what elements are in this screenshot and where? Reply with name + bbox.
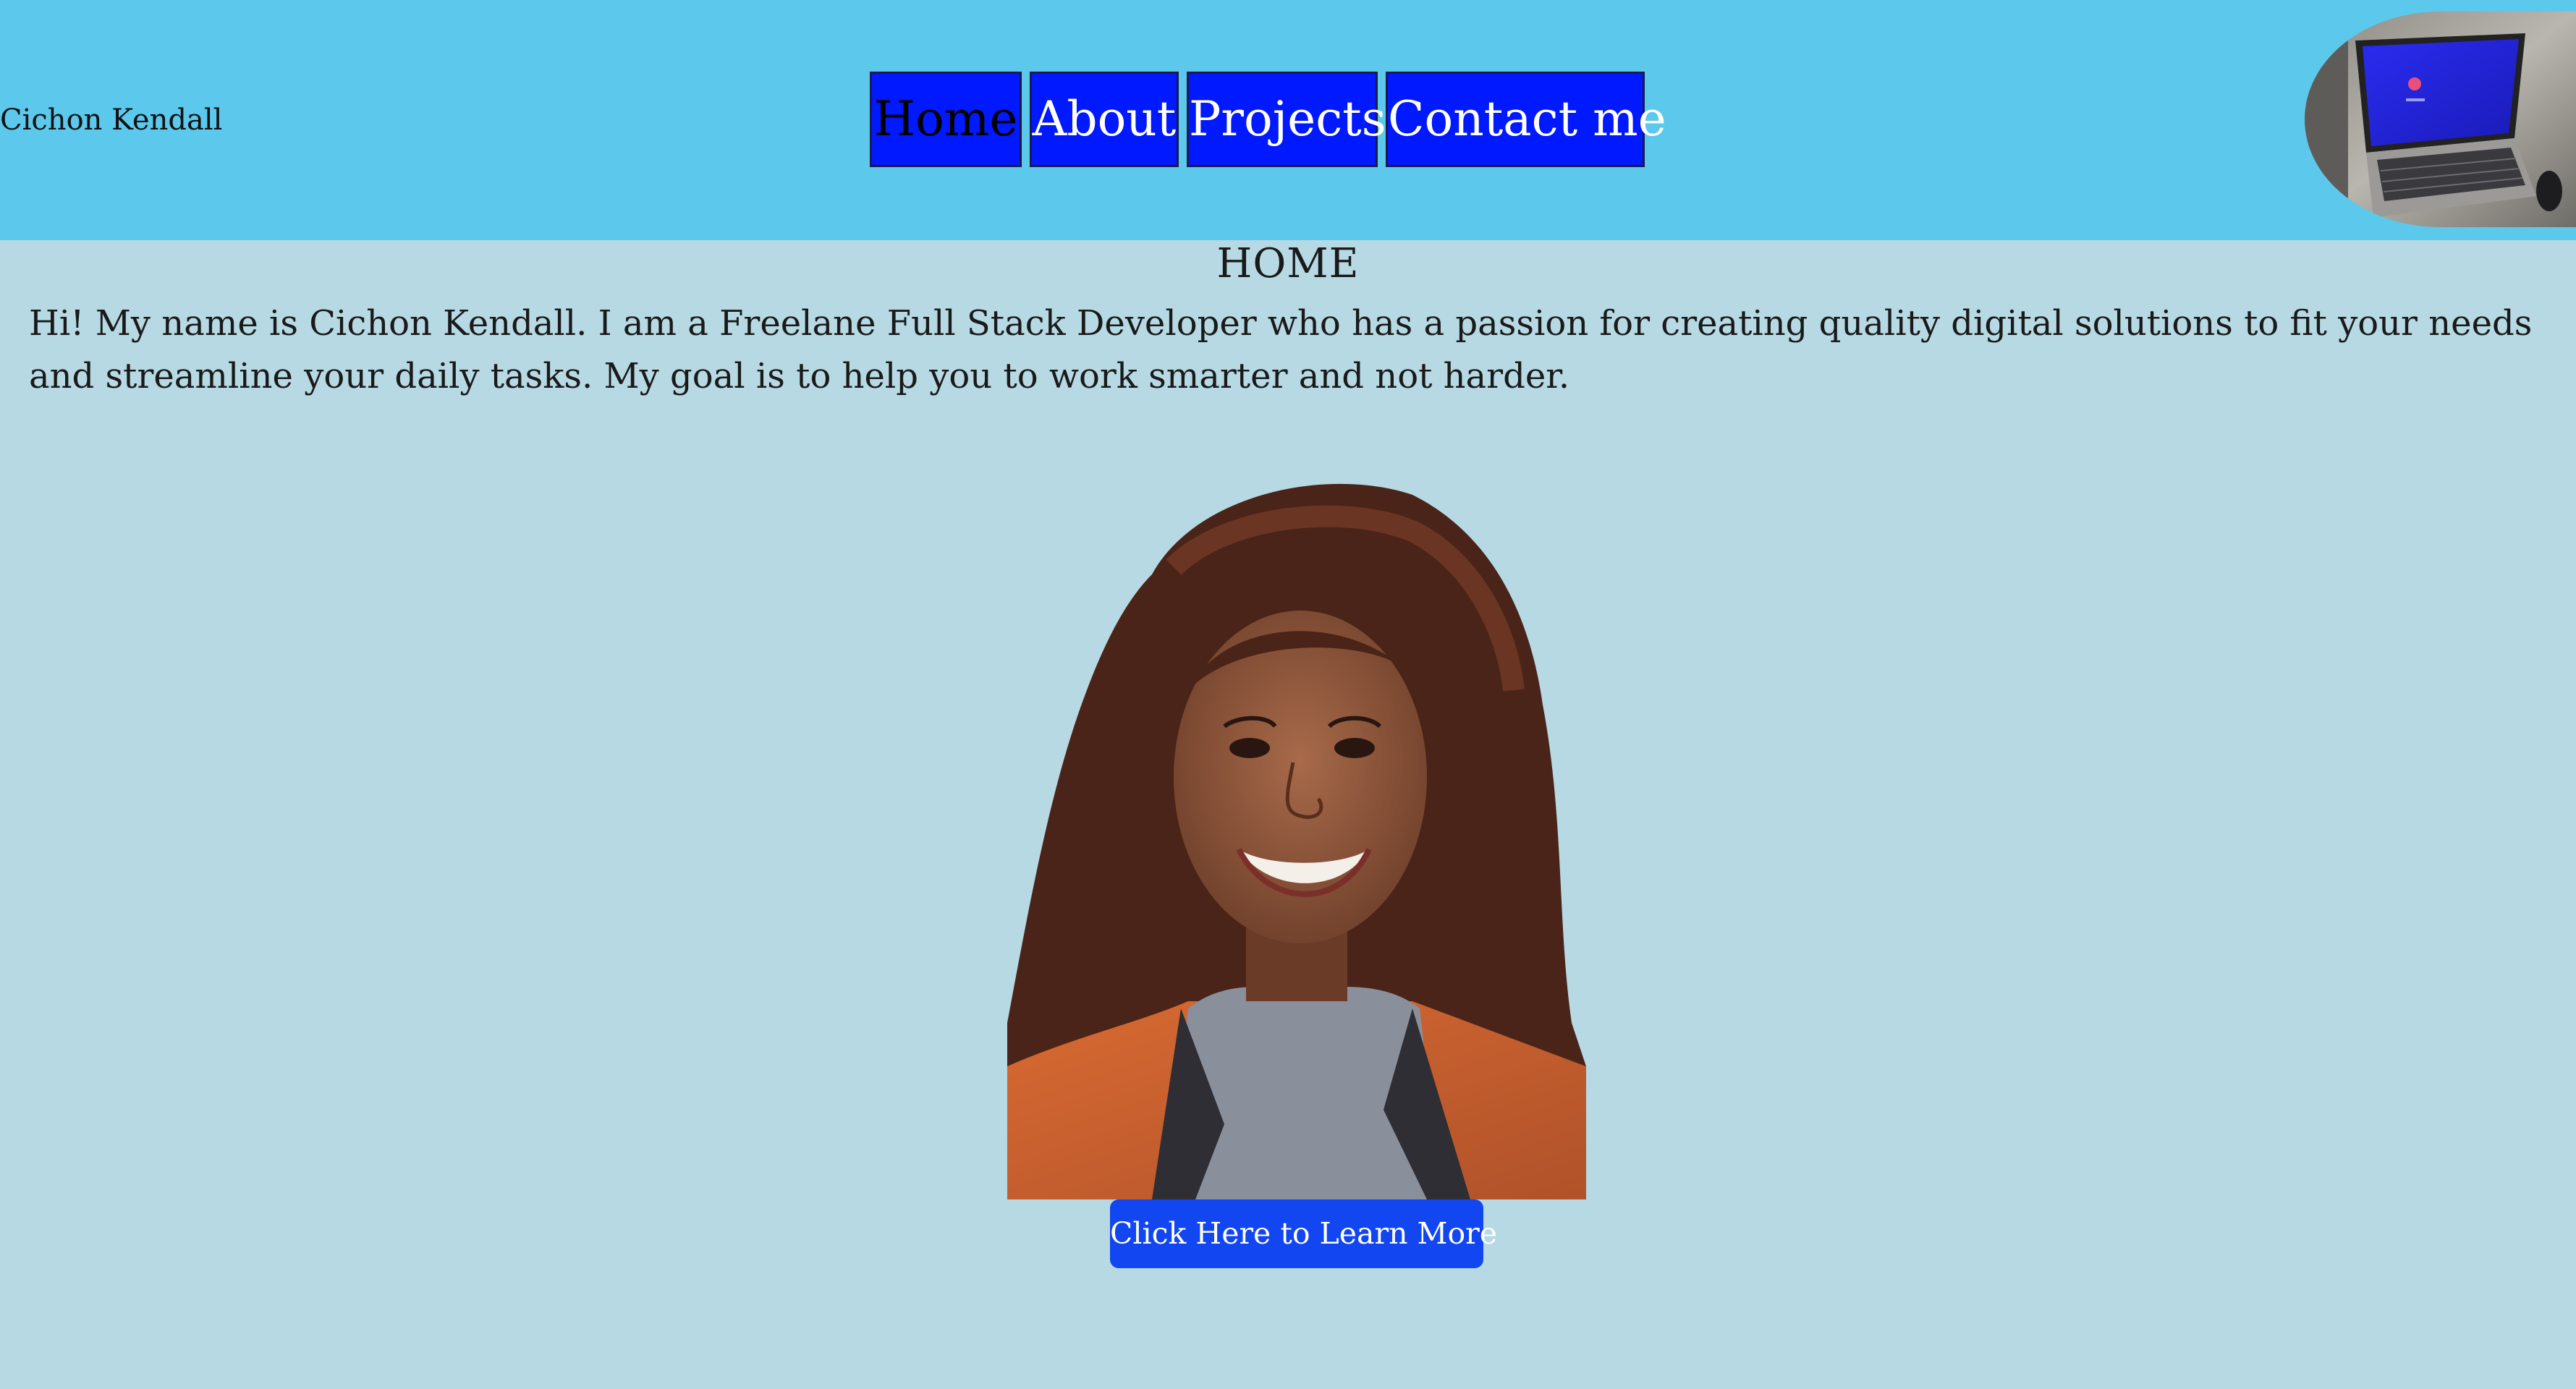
intro-paragraph: Hi! My name is Cichon Kendall. I am a Fr…: [29, 303, 2533, 396]
page-title: HOME: [1216, 240, 1360, 287]
nav-contact-link[interactable]: Contact me: [1386, 72, 1666, 167]
site-header: Cichon Kendall Home About Projects Conta…: [0, 0, 2576, 240]
learn-more-button[interactable]: Click Here to Learn More: [1110, 1199, 1497, 1268]
brand-name: Cichon Kendall: [0, 103, 223, 137]
nav-about-link[interactable]: About: [1030, 72, 1179, 167]
nav-home-link[interactable]: Home: [870, 72, 1022, 167]
main-nav: Home About Projects Contact me: [870, 72, 1666, 167]
laptop-photo-icon: [2305, 12, 2576, 227]
nav-projects-link[interactable]: Projects: [1187, 72, 1386, 167]
portrait-photo: [1007, 473, 1586, 1199]
